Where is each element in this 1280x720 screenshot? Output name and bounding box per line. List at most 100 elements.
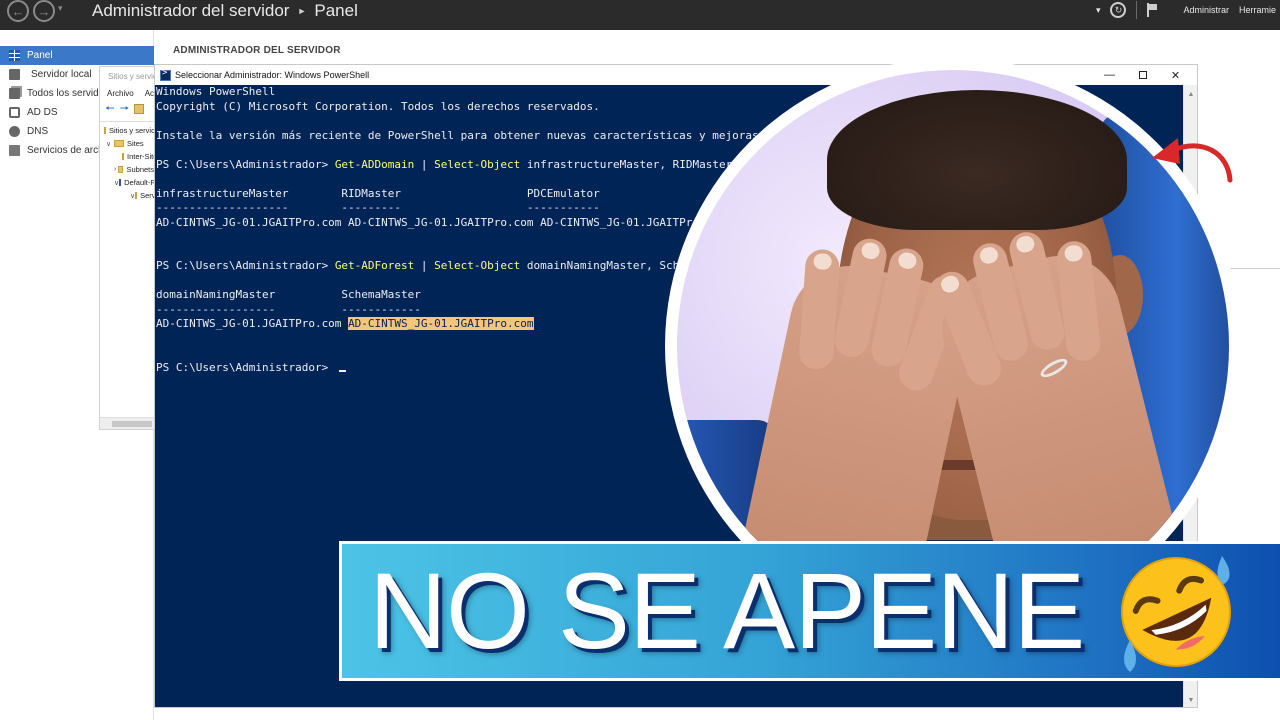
sidebar-item-label: DNS <box>27 126 49 137</box>
folder-icon <box>135 192 138 199</box>
refresh-dropdown-icon[interactable]: ▾ <box>1096 5 1101 16</box>
console-value-line: AD-CINTWS_JG-01.JGAITPro.com AD-CINTWS_J… <box>156 317 534 332</box>
console-line: Instale la versión más reciente de Power… <box>156 128 759 142</box>
toolbar: 🠔 🠖 <box>100 101 154 117</box>
cmdlet: Get-ADForest <box>334 259 415 272</box>
breadcrumb-page: Panel <box>314 1 358 20</box>
folder-icon <box>114 140 124 147</box>
presenter-photo <box>677 70 1229 622</box>
menu-file[interactable]: Archivo <box>107 89 134 98</box>
server-icon <box>9 69 20 80</box>
ad-sites-titlebar[interactable]: Sitios y servicios de Active Directory <box>100 67 154 85</box>
hair <box>827 90 1127 230</box>
dns-icon <box>9 126 20 137</box>
pipe: | <box>414 157 435 171</box>
console-header-line: domainNamingMaster SchemaMaster <box>156 288 421 301</box>
console-line: Copyright (C) Microsoft Corporation. Tod… <box>156 99 600 113</box>
prompt: PS C:\Users\Administrador> <box>156 360 335 374</box>
folder-icon <box>117 166 124 173</box>
scroll-down-icon[interactable]: ▼ <box>1184 693 1197 707</box>
tree-item-label: Servers <box>140 191 154 200</box>
sidebar-item-label: Servidor local <box>31 69 92 80</box>
tree-item[interactable]: ∨ Sites <box>100 137 154 150</box>
breadcrumb-app: Administrador del servidor <box>92 1 290 20</box>
console-prompt-line[interactable]: PS C:\Users\Administrador> <box>156 361 346 376</box>
prompt: PS C:\Users\Administrador> <box>156 259 335 272</box>
cmdlet: Get-ADDomain <box>334 157 415 171</box>
tree-item[interactable]: ∨ Default-First-Site-Name <box>100 176 154 189</box>
divider <box>1136 1 1138 19</box>
chevron-down-icon[interactable]: ∨ <box>106 140 114 148</box>
servers-icon <box>9 88 20 99</box>
rolling-laughing-emoji-icon <box>1121 556 1231 672</box>
menu-tools[interactable]: Herramie <box>1239 5 1276 15</box>
tree-item-label: Inter-Site Transports <box>127 152 155 161</box>
breadcrumb: Administrador del servidor ► Panel <box>92 0 358 22</box>
console-command-line: PS C:\Users\Administrador> Get-ADDomain … <box>156 158 818 173</box>
fingernail <box>978 245 1000 266</box>
text-cursor <box>338 369 346 372</box>
forward-arrow-icon[interactable]: 🠖 <box>120 100 130 119</box>
tree-item-label: Sitios y servicios <box>109 126 155 135</box>
console-command-line: PS C:\Users\Administrador> Get-ADForest … <box>156 259 739 274</box>
caption-banner: NO SE APENE <box>339 541 1280 681</box>
red-arrow-icon <box>1152 138 1233 183</box>
pipe: | <box>414 259 435 272</box>
tree-item[interactable]: Sitios y servicios <box>100 124 154 137</box>
fingernail <box>1014 234 1037 255</box>
console-line: Windows PowerShell <box>156 85 276 98</box>
scroll-up-icon[interactable]: ▲ <box>1184 87 1197 101</box>
close-button[interactable]: ✕ <box>1159 65 1192 85</box>
sidebar-item-panel[interactable]: Panel <box>0 46 154 65</box>
window-title: Seleccionar Administrador: Windows Power… <box>175 70 370 80</box>
prompt: PS C:\Users\Administrador> <box>156 157 335 171</box>
tree-view: Sitios y servicios ∨ Sites Inter-Site Tr… <box>100 121 154 202</box>
sites-services-icon <box>104 127 106 134</box>
back-arrow-icon[interactable]: 🠔 <box>105 100 115 119</box>
tree-item-label: Subnets <box>126 165 154 174</box>
banner-text: NO SE APENE <box>369 550 1085 671</box>
menu-manage[interactable]: Administrar <box>1183 5 1229 15</box>
server-manager-titlebar: ← → ▾ Administrador del servidor ► Panel… <box>0 0 1280 30</box>
powershell-icon <box>160 68 171 81</box>
console-divider-line: ------------------ ------------ <box>156 302 421 316</box>
cmdlet: Select-Object <box>434 157 521 171</box>
dashboard-icon <box>9 50 20 61</box>
titlebar-actions: ▾ ↻ Administrar Herramie <box>1096 0 1280 20</box>
console-divider-line: -------------------- --------- ---------… <box>156 201 600 214</box>
fingernail <box>896 250 918 271</box>
fingernail <box>860 241 882 261</box>
refresh-icon[interactable]: ↻ <box>1110 2 1127 18</box>
tree-item[interactable]: › Subnets <box>100 163 154 176</box>
back-arrow-icon[interactable]: ← <box>7 0 29 22</box>
ad-ds-icon <box>9 107 20 118</box>
fingernail <box>938 273 962 295</box>
file-services-icon <box>9 145 20 156</box>
minimize-button[interactable]: — <box>1093 65 1126 85</box>
horizontal-scrollbar[interactable] <box>100 417 154 429</box>
fingernail <box>813 252 833 271</box>
finger <box>798 248 841 371</box>
window-title: Sitios y servicios de Active Directory <box>108 71 154 81</box>
ad-sites-window[interactable]: Sitios y servicios de Active Directory A… <box>99 66 155 430</box>
page-title: ADMINISTRADOR DEL SERVIDOR <box>173 45 341 56</box>
cmdlet: Select-Object <box>434 259 521 272</box>
tree-item-label: Sites <box>127 139 144 148</box>
selected-text[interactable]: AD-CINTWS_JG-01.JGAITPro.com <box>348 317 534 330</box>
notifications-flag-icon[interactable] <box>1147 3 1159 17</box>
value: AD-CINTWS_JG-01.JGAITPro.com <box>156 317 349 330</box>
tree-item[interactable]: ∨ Servers <box>100 189 154 202</box>
site-icon <box>119 179 122 186</box>
console-header-line: infrastructureMaster RIDMaster PDCEmulat… <box>156 186 600 200</box>
maximize-button[interactable] <box>1126 65 1159 85</box>
tree-item[interactable]: Inter-Site Transports <box>100 150 154 163</box>
sidebar-item-label: AD DS <box>27 107 58 118</box>
forward-arrow-icon[interactable]: → <box>33 0 55 22</box>
tree-item-label: Default-First-Site-Name <box>124 178 155 187</box>
folder-icon[interactable] <box>134 104 145 114</box>
breadcrumb-separator-icon: ► <box>297 6 307 16</box>
history-dropdown-icon[interactable]: ▾ <box>58 3 63 14</box>
folder-icon <box>122 153 124 160</box>
sidebar-item-label: Panel <box>27 50 53 61</box>
console-value-line: AD-CINTWS_JG-01.JGAITPro.com AD-CINTWS_J… <box>156 215 726 229</box>
